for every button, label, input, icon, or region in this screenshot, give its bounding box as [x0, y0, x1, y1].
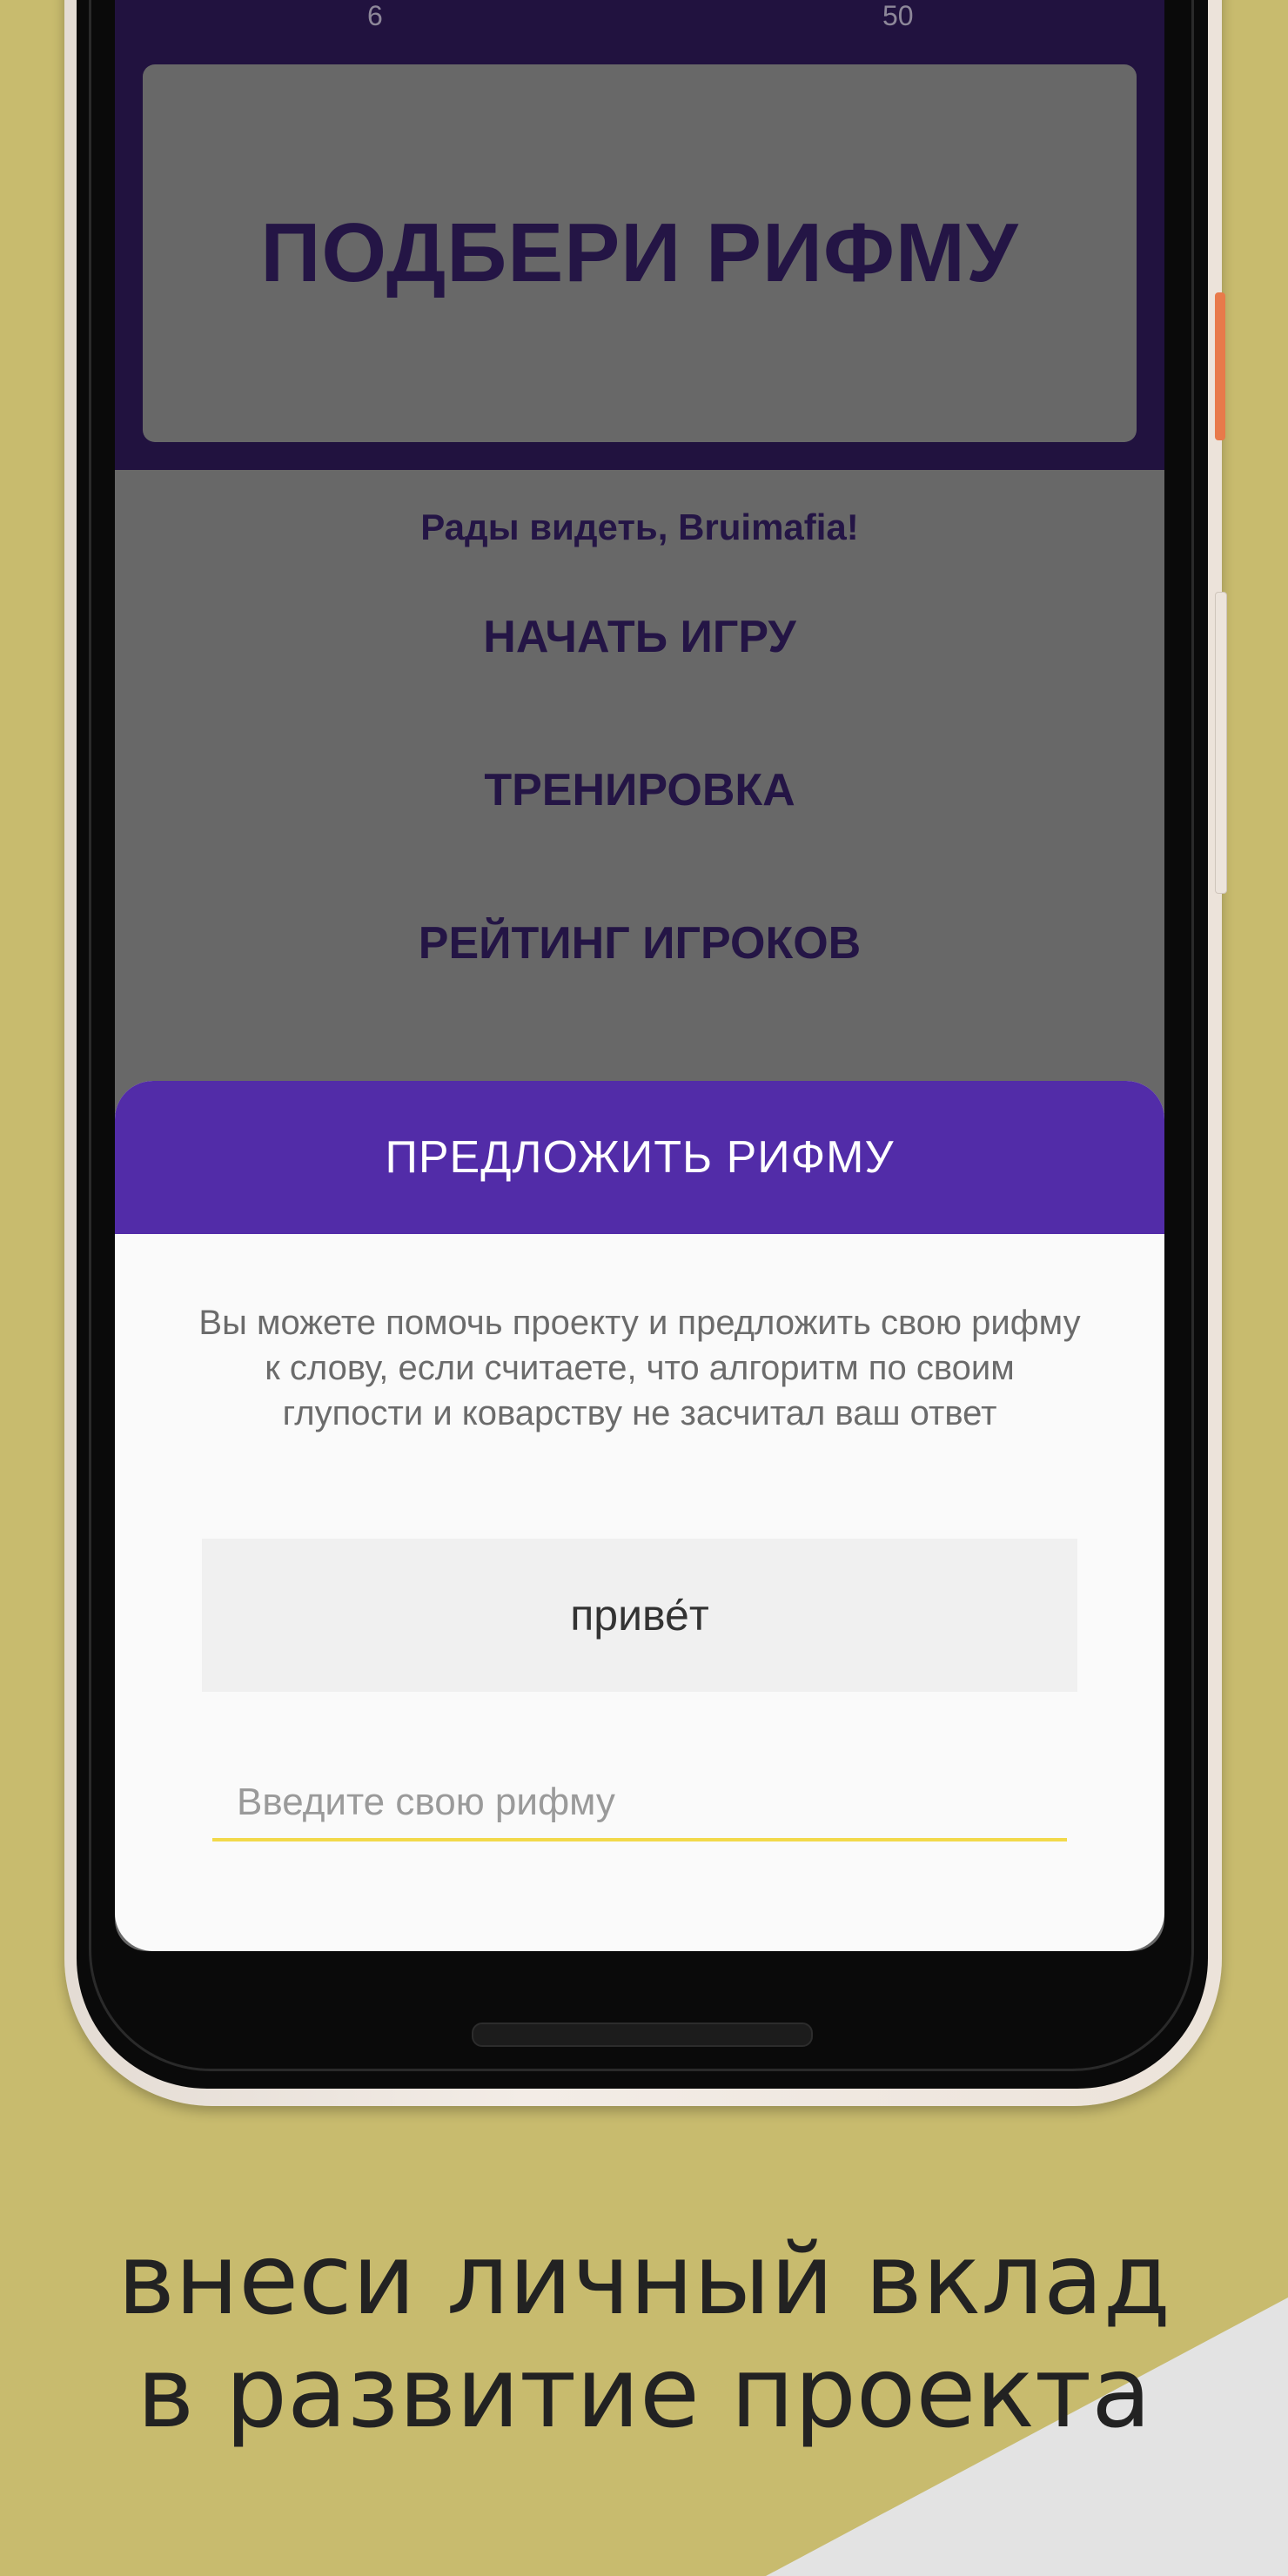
greeting-text: Рады видеть, Bruimafia!: [420, 506, 859, 547]
dialog-description: Вы можете помочь проекту и предложить св…: [198, 1304, 1081, 1432]
target-word-box: приве́т: [202, 1539, 1077, 1692]
start-game-button[interactable]: НАЧАТЬ ИГРУ: [115, 611, 1164, 663]
title-card: ПОДБЕРИ РИФМУ: [143, 64, 1137, 442]
volume-button: [1215, 592, 1227, 894]
players-rating-button[interactable]: РЕЙТИНГ ИГРОКОВ: [115, 917, 1164, 969]
target-word: приве́т: [570, 1591, 709, 1640]
app-title: ПОДБЕРИ РИФМУ: [260, 206, 1019, 299]
home-indicator[interactable]: [472, 2023, 813, 2047]
power-button: [1215, 292, 1225, 440]
promo-caption-line1: внеси личный вклад: [117, 2224, 1171, 2337]
dialog-title: ПРЕДЛОЖИТЬ РИФМУ: [385, 1132, 895, 1183]
dialog-header: ПРЕДЛОЖИТЬ РИФМУ: [115, 1081, 1164, 1234]
rhyme-input[interactable]: [212, 1767, 1067, 1841]
promo-caption-line2: в развитие проекта: [137, 2337, 1151, 2450]
suggest-rhyme-dialog: ПРЕДЛОЖИТЬ РИФМУ Вы можете помочь проект…: [115, 1081, 1164, 1951]
app-header: 6 50 ПОДБЕРИ РИФМУ: [115, 0, 1164, 470]
stat-right-value: 50: [882, 0, 914, 31]
training-button[interactable]: ТРЕНИРОВКА: [115, 764, 1164, 816]
phone-screen: 6 50 ПОДБЕРИ РИФМУ Рады видеть, Bruimafi…: [115, 0, 1164, 1951]
stat-left-value: 6: [367, 0, 383, 31]
